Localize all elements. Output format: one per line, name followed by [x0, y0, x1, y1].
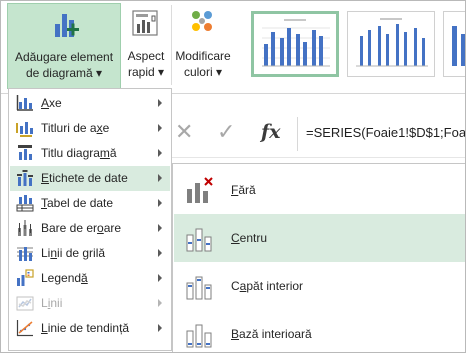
ribbon-chart-tools: Adăugare element de diagramă ▾ Aspect ra… [1, 1, 465, 94]
lines-icon [16, 296, 34, 311]
chart-title-icon [18, 145, 32, 160]
menu-item-axis-titles[interactable]: Titluri de axe [10, 116, 170, 141]
formula-text: =SERIES(Foaie1!$D$1;Foaie1!$A$2:$A$5;Foa… [306, 125, 466, 140]
chevron-right-icon [158, 99, 162, 107]
add-chart-element-label-2: de diagramă ▾ [25, 66, 103, 80]
chart-style-1-preview [262, 19, 330, 67]
submenu-item-none-label: Fără [231, 183, 256, 197]
inside-end-labels-icon [186, 276, 212, 300]
chevron-right-icon [158, 299, 162, 307]
menu-item-chart-title-label: Titlu diagramă [41, 146, 117, 160]
data-labels-submenu: Fără Centru Capăt interior Bază interioa… [172, 163, 465, 352]
check-icon[interactable]: ✓ [217, 118, 235, 146]
chevron-right-icon [158, 124, 162, 132]
chevron-right-icon [158, 149, 162, 157]
submenu-item-inside-base[interactable]: Bază interioară [174, 310, 465, 352]
quick-layout-icon [132, 10, 158, 36]
chart-style-3-preview [452, 26, 465, 66]
menu-item-data-table[interactable]: Tabel de date [10, 191, 170, 216]
add-chart-element-icon [55, 14, 79, 37]
chart-style-2-preview [356, 18, 428, 67]
menu-item-axis-titles-label: Titluri de axe [41, 121, 110, 135]
chart-style-1[interactable] [251, 11, 339, 77]
submenu-item-center[interactable]: Centru [174, 214, 465, 262]
menu-item-gridlines[interactable]: Linii de grilă [10, 241, 170, 266]
menu-item-data-table-label: Tabel de date [41, 196, 114, 210]
menu-item-error-bars[interactable]: Bare de eroare [10, 216, 170, 241]
menu-item-lines-label: Linii [41, 296, 63, 310]
inside-base-labels-icon [186, 324, 212, 348]
menu-item-axes[interactable]: Axe [10, 91, 170, 116]
menu-item-data-labels-label: Etichete de date [41, 171, 128, 185]
submenu-item-inside-base-label: Bază interioară [231, 327, 312, 341]
formula-input[interactable]: =SERIES(Foaie1!$D$1;Foaie1!$A$2:$A$5;Foa… [297, 117, 466, 151]
excel-window: Adăugare element de diagramă ▾ Aspect ra… [0, 0, 466, 353]
menu-item-data-labels[interactable]: Etichete de date [10, 166, 170, 191]
gridlines-icon [17, 247, 33, 261]
change-colors-label-2: culori ▾ [183, 65, 223, 79]
no-labels-icon [187, 177, 213, 203]
add-chart-element-button[interactable]: Adăugare element de diagramă ▾ [7, 3, 121, 89]
data-labels-icon [17, 170, 33, 186]
chevron-right-icon [158, 249, 162, 257]
menu-item-gridlines-label: Linii de grilă [41, 246, 106, 260]
chevron-right-icon [158, 174, 162, 182]
chart-style-3[interactable] [443, 11, 465, 77]
center-labels-icon [186, 228, 212, 252]
menu-item-lines[interactable]: Linii [10, 291, 170, 316]
error-bars-icon [18, 220, 32, 236]
legend-icon [17, 269, 34, 286]
menu-item-legend[interactable]: Legendă [10, 266, 170, 291]
chevron-right-icon [158, 274, 162, 282]
chevron-right-icon [158, 199, 162, 207]
menu-item-trendline[interactable]: Linie de tendință [10, 316, 170, 341]
menu-item-legend-label: Legendă [41, 271, 88, 285]
chart-style-2[interactable] [347, 11, 435, 77]
menu-item-chart-title[interactable]: Titlu diagramă [10, 141, 170, 166]
menu-item-axes-label: Axe [41, 96, 62, 110]
close-icon[interactable]: ✕ [175, 118, 193, 146]
submenu-item-inside-end-label: Capăt interior [231, 279, 304, 293]
insert-function-button[interactable]: fx [261, 119, 281, 145]
chevron-right-icon [158, 324, 162, 332]
quick-layout-button[interactable]: Aspect rapid ▾ [123, 3, 169, 89]
trendline-icon [16, 320, 33, 337]
add-chart-element-label-1: Adăugare element [14, 50, 114, 64]
submenu-item-none[interactable]: Fără [174, 166, 465, 214]
change-colors-button[interactable]: Modificare culori ▾ [175, 3, 231, 89]
quick-layout-label-1: Aspect [127, 49, 165, 63]
axes-icon [16, 95, 33, 111]
change-colors-icon [192, 11, 212, 31]
change-colors-label-1: Modificare [175, 49, 231, 63]
sheet-gridline [165, 157, 465, 158]
chevron-right-icon [158, 224, 162, 232]
menu-item-trendline-label: Linie de tendință [41, 321, 130, 335]
add-chart-element-menu: Axe Titluri de axe Titlu diagramă Etiche… [8, 88, 172, 351]
ribbon-group-separator [171, 5, 172, 85]
data-table-icon [16, 195, 34, 212]
submenu-item-inside-end[interactable]: Capăt interior [174, 262, 465, 310]
axis-titles-icon [16, 122, 33, 137]
submenu-item-center-label: Centru [231, 231, 268, 245]
quick-layout-label-2: rapid ▾ [127, 65, 165, 79]
menu-item-error-bars-label: Bare de eroare [41, 221, 122, 235]
